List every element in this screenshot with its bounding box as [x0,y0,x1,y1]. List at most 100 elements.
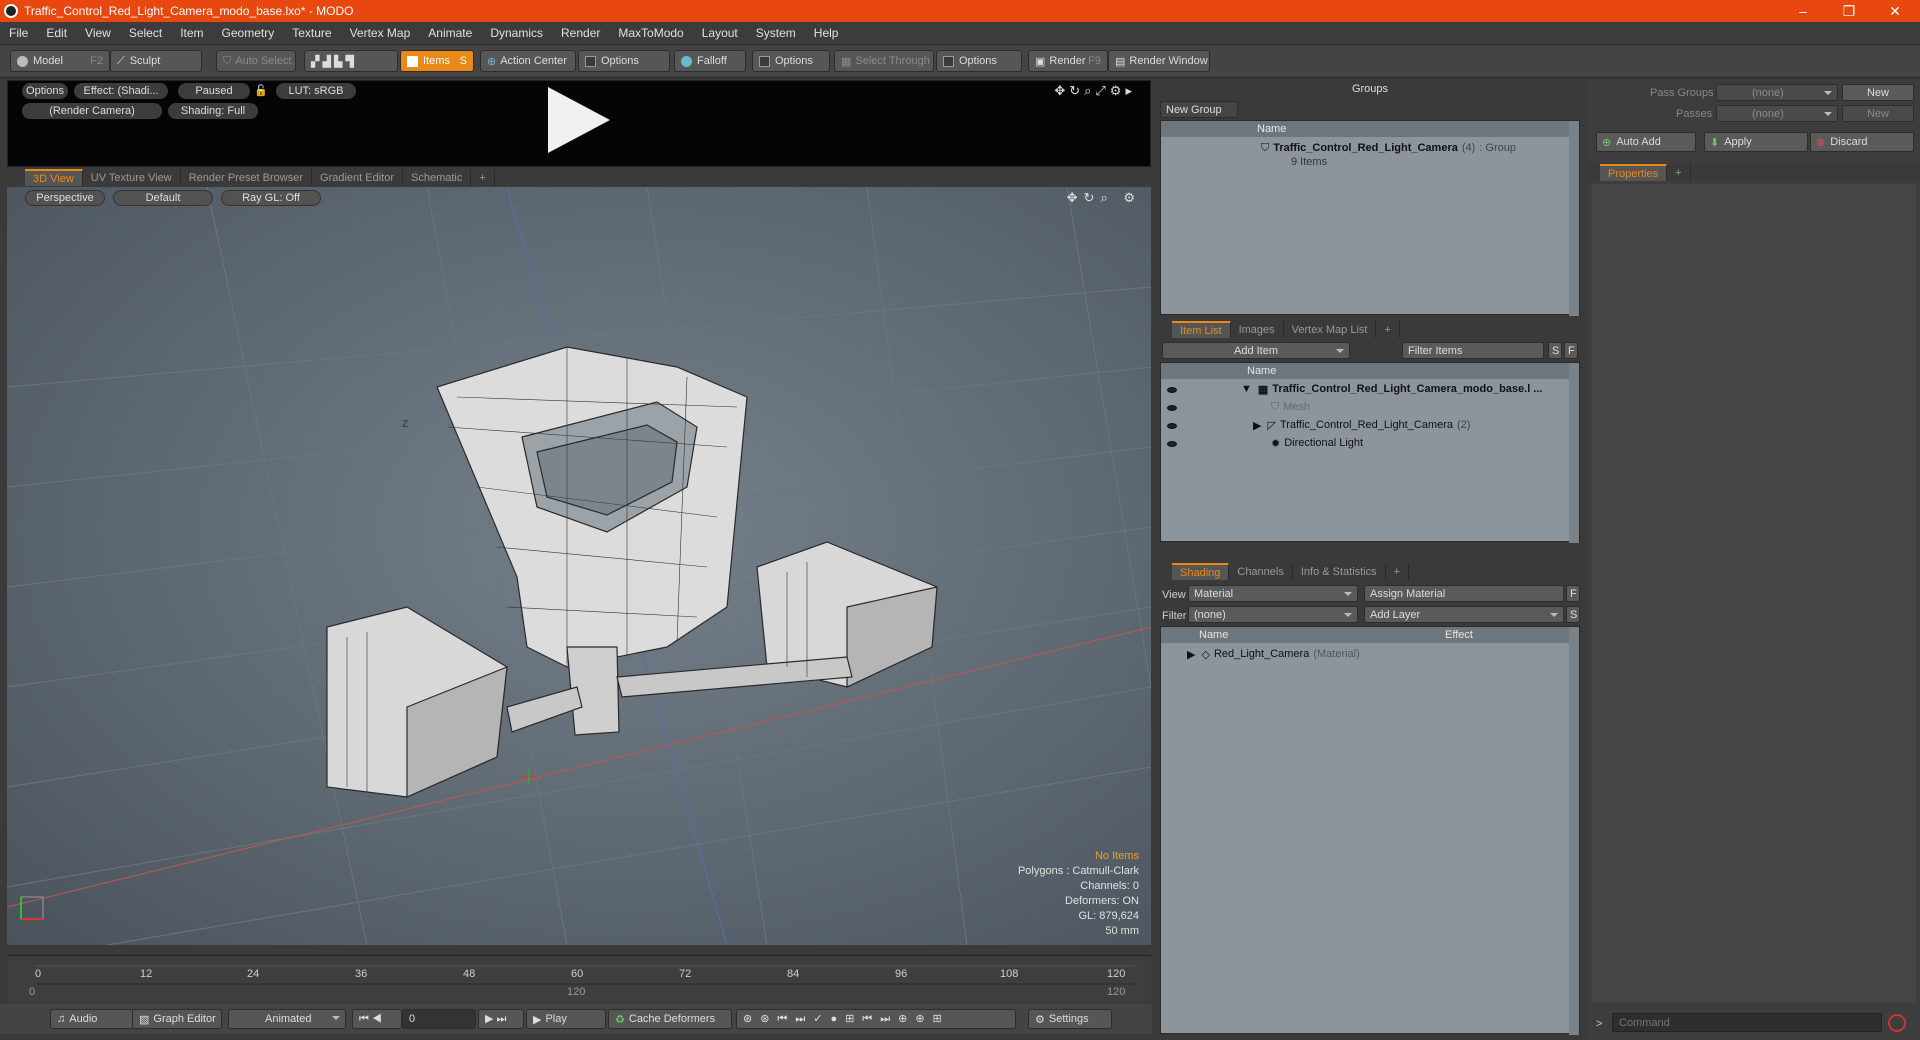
viewport-nav-icons[interactable]: ✥↻⌕ ⚙ [1067,190,1141,206]
new-pass-button[interactable]: New [1842,105,1914,122]
tab-uv-texture-view[interactable]: UV Texture View [83,169,181,186]
render-button[interactable]: ▣ Render F9 [1028,50,1108,72]
eye-icon[interactable] [1167,423,1177,429]
filter-items-input[interactable]: Filter Items [1402,342,1544,359]
camera-dropdown[interactable]: (Render Camera) [22,103,162,119]
tab-3d-view[interactable]: 3D View [25,169,83,186]
action-center-button[interactable]: ⊕ Action Center [480,50,576,72]
add-tab-button[interactable]: + [1667,164,1691,181]
menu-geometry[interactable]: Geometry [213,26,284,40]
auto-select-button[interactable]: ⛉ Auto Select [216,50,296,72]
tab-schematic[interactable]: Schematic [403,169,472,186]
graph-editor-button[interactable]: ▧ Graph Editor [132,1009,222,1029]
filter-dropdown[interactable]: (none) [1188,606,1358,623]
item-row-scene[interactable]: ▼ ▦ Traffic_Control_Red_Light_Camera_modo_… [1241,380,1542,398]
groups-list[interactable]: Name ⛉ Traffic_Control_Red_Light_Camera … [1160,120,1580,316]
shading-dropdown[interactable]: Shading: Full [168,103,258,119]
tab-shading[interactable]: Shading [1172,563,1230,580]
menu-animate[interactable]: Animate [419,26,481,40]
menu-maxtomodo[interactable]: MaxToModo [609,26,692,40]
menu-help[interactable]: Help [805,26,848,40]
falloff-button[interactable]: Falloff [674,50,746,72]
settings-button[interactable]: ⚙ Settings [1028,1009,1112,1029]
menu-dynamics[interactable]: Dynamics [481,26,552,40]
tab-channels[interactable]: Channels [1229,563,1293,580]
close-button[interactable]: ✕ [1872,0,1918,22]
falloff-options-button[interactable]: Options [752,50,830,72]
item-row-mesh[interactable]: ⛉ Mesh [1271,398,1310,416]
tab-vertex-map-list[interactable]: Vertex Map List [1284,321,1377,338]
tab-info-statistics[interactable]: Info & Statistics [1293,563,1386,580]
tab-render-preset-browser[interactable]: Render Preset Browser [181,169,313,186]
item-list-s-button[interactable]: S [1548,342,1562,359]
audio-button[interactable]: ♫ Audio [50,1009,134,1029]
menu-system[interactable]: System [747,26,805,40]
item-row-group[interactable]: ▶ ◸ Traffic_Control_Red_Light_Camera (2) [1253,416,1470,434]
menu-file[interactable]: File [0,26,37,40]
play-button[interactable]: ▶ Play [526,1009,606,1029]
perspective-dropdown[interactable]: Perspective [25,190,105,206]
shader-scrollbar[interactable] [1569,627,1579,1035]
eye-icon[interactable] [1167,387,1177,393]
cache-deformers-button[interactable]: ♻ Cache Deformers [608,1009,732,1029]
tab-item-list[interactable]: Item List [1172,321,1231,338]
tab-properties[interactable]: Properties [1600,164,1668,181]
shading-f-button[interactable]: F [1566,585,1580,602]
sculpt-mode-button[interactable]: ⟋ Sculpt [110,50,202,72]
record-icon[interactable] [1888,1014,1906,1032]
add-tab-button[interactable]: + [1386,563,1410,580]
transport-back-buttons[interactable]: ⏮ ◀ [352,1009,402,1029]
shader-tree[interactable]: Name Effect ▶ ◇ Red_Light_Camera (Materi… [1160,626,1580,1035]
menu-select[interactable]: Select [120,26,171,40]
minimize-button[interactable]: – [1780,0,1826,22]
action-center-options-button[interactable]: Options [578,50,670,72]
timeline[interactable]: 0 12 24 36 48 60 72 84 96 108 120 0 120 … [7,955,1151,1002]
preview-options-button[interactable]: Options [22,83,68,99]
play-preview-icon[interactable] [548,87,610,153]
menu-texture[interactable]: Texture [283,26,340,40]
item-list-f-button[interactable]: F [1564,342,1578,359]
items-mode-button[interactable]: Items S [400,50,474,72]
select-options-button[interactable]: Options [936,50,1022,72]
lock-icon[interactable]: 🔓 [254,84,268,97]
effect-dropdown[interactable]: Effect: (Shadi... [74,83,168,99]
item-list-scrollbar[interactable] [1569,363,1579,543]
raygl-dropdown[interactable]: Ray GL: Off [221,190,321,206]
menu-edit[interactable]: Edit [37,26,76,40]
menu-item[interactable]: Item [171,26,212,40]
animated-dropdown[interactable]: Animated [228,1009,346,1029]
3d-viewport[interactable]: Z No Items Polygons : Catmull-Clark Chan… [7,187,1151,945]
view-dropdown[interactable]: Material [1188,585,1358,602]
default-dropdown[interactable]: Default [113,190,213,206]
paused-button[interactable]: Paused [178,83,250,99]
material-row[interactable]: ▶ ◇ Red_Light_Camera (Material) [1187,645,1360,663]
eye-icon[interactable] [1167,405,1177,411]
command-input[interactable] [1612,1013,1882,1032]
menu-render[interactable]: Render [552,26,609,40]
tab-images[interactable]: Images [1231,321,1284,338]
assign-material-button[interactable]: Assign Material [1364,585,1564,602]
groups-scrollbar[interactable] [1569,121,1579,316]
transport-forward-buttons[interactable]: ▶ ⏭ [478,1009,524,1029]
menu-layout[interactable]: Layout [693,26,747,40]
add-tab-button[interactable]: + [1376,321,1400,338]
menu-view[interactable]: View [76,26,120,40]
discard-button[interactable]: ⊗ Discard [1810,132,1914,152]
frame-input[interactable]: 0 [402,1009,476,1029]
tab-gradient-editor[interactable]: Gradient Editor [312,169,403,186]
add-tab-button[interactable]: + [471,169,495,186]
pass-groups-dropdown[interactable]: (none) [1716,84,1838,101]
apply-button[interactable]: ⬇ Apply [1704,132,1808,152]
add-layer-dropdown[interactable]: Add Layer [1364,606,1564,623]
shading-s-button[interactable]: S [1566,606,1580,623]
key-tools-group[interactable]: ⊛⊛⏮⏭✓●⊞⏮⏭⊕⊕⊞ [736,1009,1016,1029]
auto-add-button[interactable]: ⊕ Auto Add [1596,132,1696,152]
menu-vertex-map[interactable]: Vertex Map [341,26,420,40]
selection-mode-group[interactable]: ▞ ▟ ▙ ▜ [304,50,398,72]
item-list[interactable]: Name ▼ ▦ Traffic_Control_Red_Light_Camera_… [1160,362,1580,543]
preview-nav-icons[interactable]: ✥↻⌕⤢⚙▸ [1054,83,1136,99]
restore-button[interactable]: ❐ [1826,0,1872,22]
eye-icon[interactable] [1167,441,1177,447]
camera-model[interactable] [326,346,938,798]
new-group-button[interactable]: New Group [1160,101,1238,118]
